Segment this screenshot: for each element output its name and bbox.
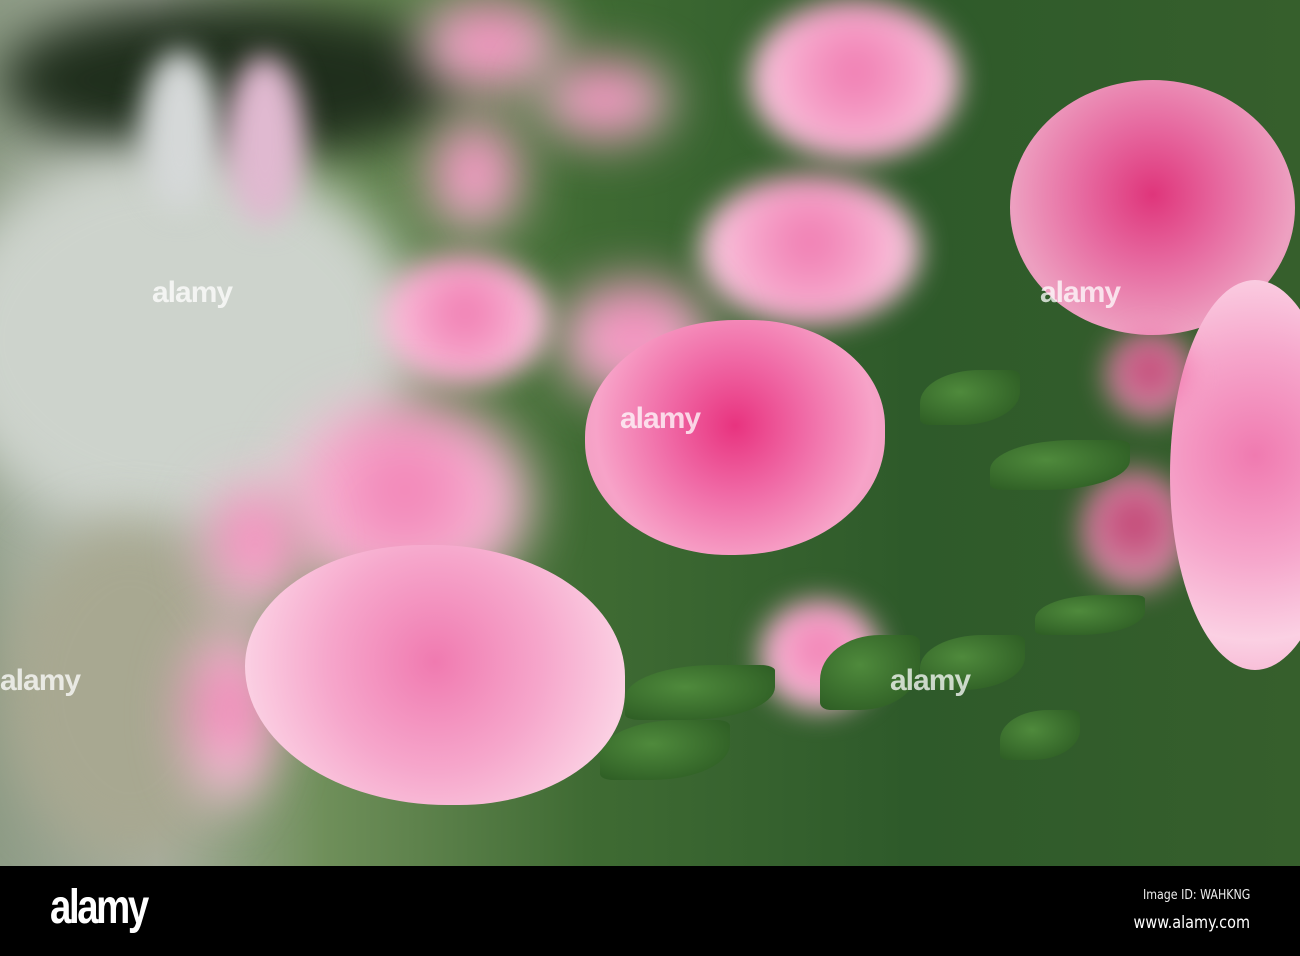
blurred-rose	[430, 120, 520, 230]
blurred-person	[225, 55, 305, 225]
blurred-rose	[700, 175, 920, 325]
blurred-person	[140, 50, 220, 210]
blurred-rose	[540, 60, 670, 140]
blurred-rose	[420, 0, 560, 90]
blurred-rose	[750, 0, 960, 160]
footer-bar: alamy Image ID: WAHKNG www.alamy.com	[0, 866, 1300, 956]
leaf	[920, 370, 1020, 425]
rose-garden-photo: alamy alamy alamy alamy alamy	[0, 0, 1300, 866]
rose-right-edge	[1170, 280, 1300, 670]
watermark: alamy	[0, 664, 81, 697]
image-id: Image ID: WAHKNG	[1142, 888, 1250, 903]
rose-bud	[1105, 330, 1195, 420]
website-url: www.alamy.com	[1133, 913, 1250, 933]
alamy-logo: alamy	[50, 881, 149, 934]
watermark: alamy	[620, 402, 701, 435]
leaf	[600, 720, 730, 780]
watermark: alamy	[152, 276, 233, 309]
rose-front-left	[245, 545, 625, 805]
watermark: alamy	[1040, 276, 1121, 309]
rose-center	[585, 320, 885, 555]
leaf	[1035, 595, 1145, 635]
blurred-rose	[380, 255, 550, 385]
leaf	[1000, 710, 1080, 760]
leaf	[625, 665, 775, 720]
watermark: alamy	[890, 664, 971, 697]
